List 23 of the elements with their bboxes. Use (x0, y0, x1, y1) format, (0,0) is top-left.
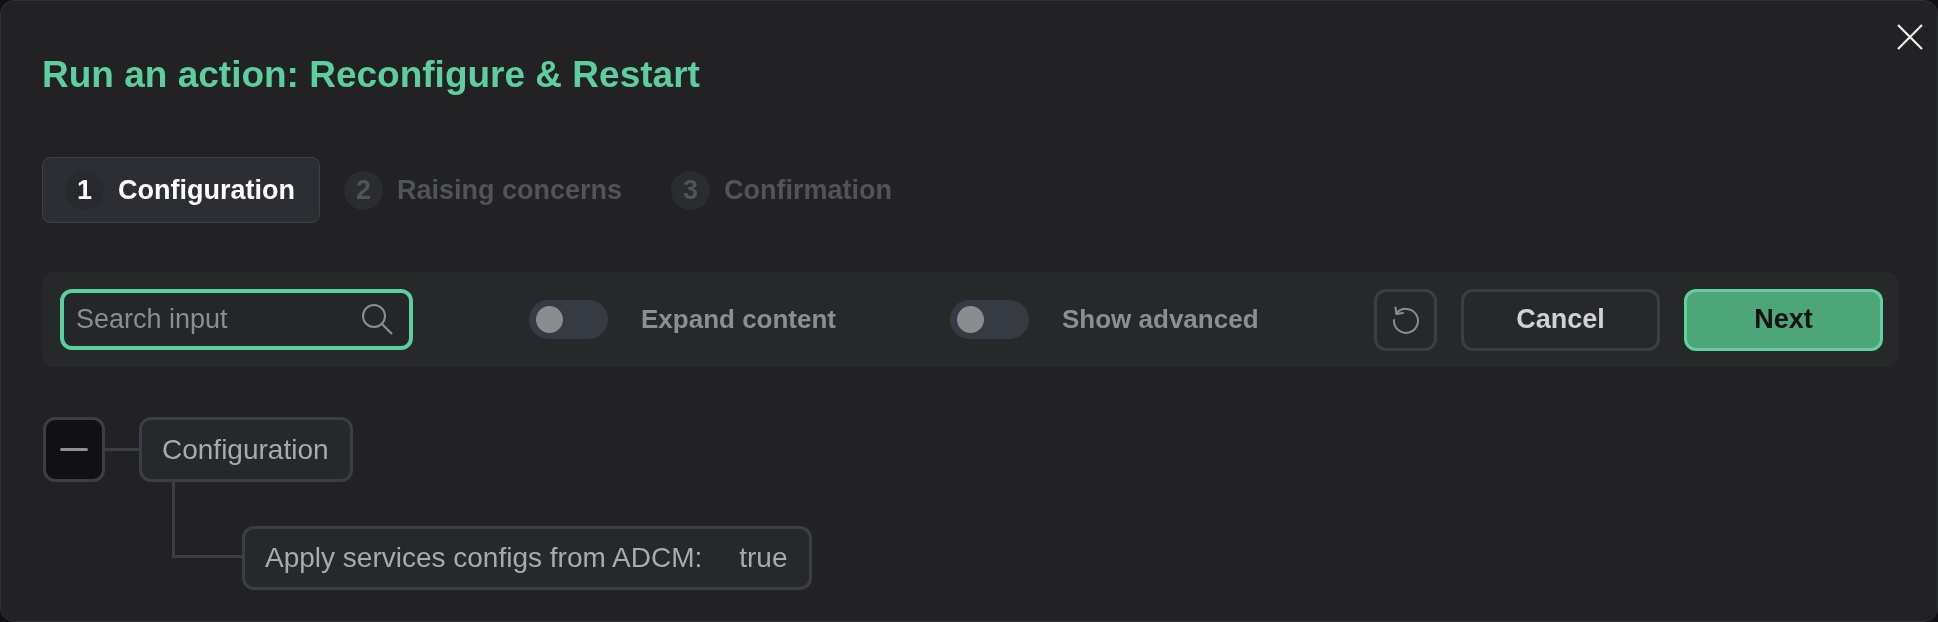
field-label: Apply services configs from ADCM: (265, 542, 703, 574)
field-value: true (739, 542, 788, 574)
collapse-button[interactable] (43, 417, 105, 482)
reset-button[interactable] (1374, 288, 1437, 351)
toggle-switch[interactable] (950, 300, 1029, 339)
circular-arrow-icon (1390, 304, 1421, 335)
toggle-label: Show advanced (1062, 304, 1259, 335)
dialog-title: Run an action: Reconfigure & Restart (42, 53, 700, 97)
close-icon (1897, 24, 1923, 50)
toggle-switch[interactable] (529, 300, 608, 339)
search-icon (361, 303, 393, 335)
step-tab[interactable]: 1 Configuration (42, 157, 320, 223)
next-button[interactable]: Next (1684, 288, 1883, 351)
step-label: Configuration (118, 174, 295, 206)
toggle-label: Expand content (641, 304, 836, 335)
minus-icon (60, 448, 88, 451)
step-number: 1 (65, 170, 104, 210)
tree-node[interactable]: Configuration (139, 417, 353, 482)
search-field[interactable]: Search input (60, 289, 413, 350)
cancel-button[interactable]: Cancel (1461, 288, 1660, 351)
connector-line (105, 448, 139, 451)
tree-node[interactable]: Apply services configs from ADCM: true (242, 526, 812, 590)
close-button[interactable] (1897, 24, 1923, 50)
